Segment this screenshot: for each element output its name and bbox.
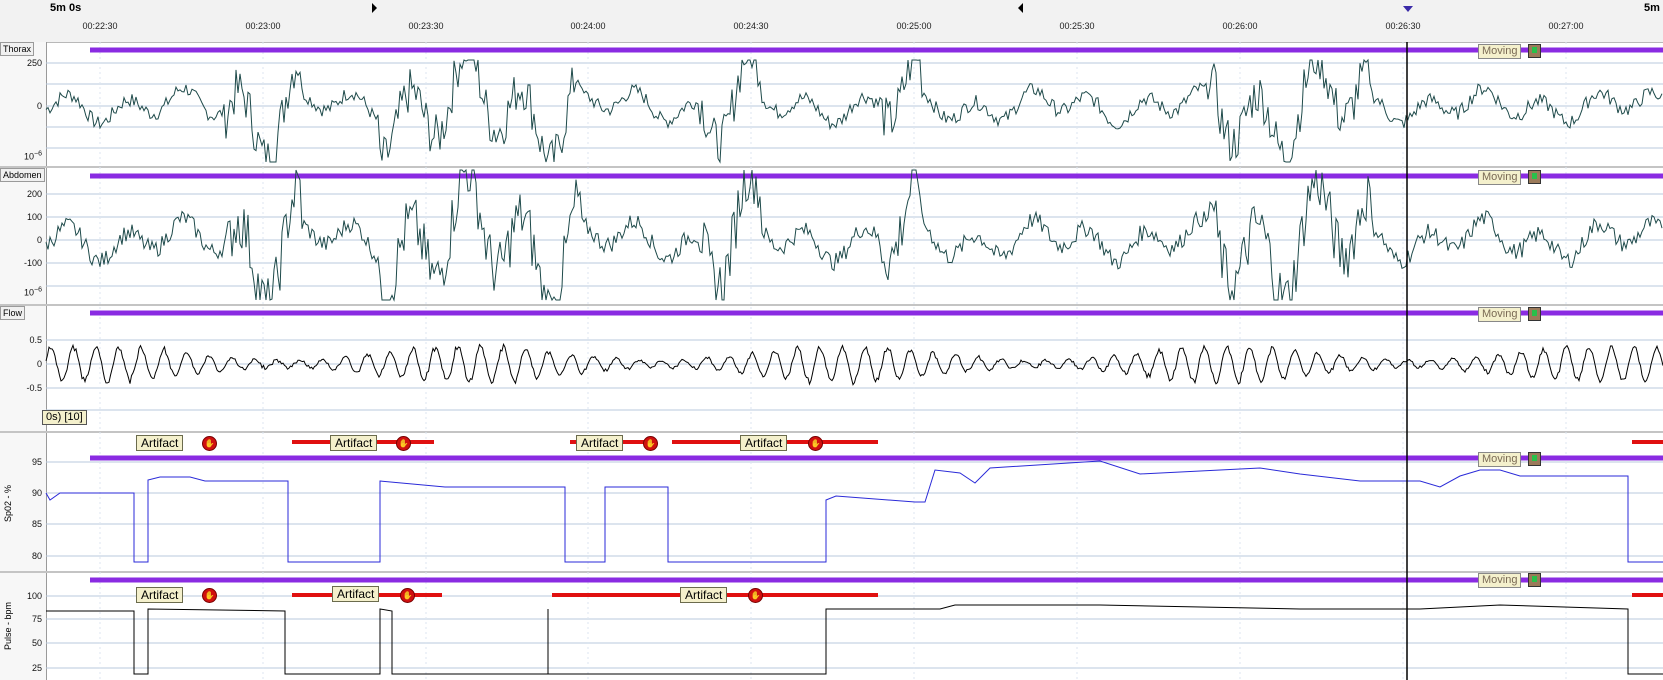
pulse-y-label: 25 [31, 663, 42, 673]
event-bar [90, 455, 1663, 461]
pulse-y-label: 75 [31, 614, 42, 624]
abdomen-scale-label: 10−6 [24, 286, 42, 298]
grid-lines [46, 42, 1663, 680]
artifact-event-tag[interactable]: Artifact [576, 435, 624, 451]
moving-event-tag[interactable]: Moving [1478, 452, 1522, 467]
artifact-event-tag[interactable]: Artifact [330, 435, 378, 451]
moving-event-tag[interactable]: Moving [1478, 573, 1522, 588]
event-bars [90, 47, 1663, 597]
spo2-event-counter[interactable]: 0s) [10] [42, 410, 87, 425]
abdomen-y-label: 200 [26, 189, 42, 199]
spo2-trace [45, 460, 1663, 563]
stop-hand-icon[interactable]: ✋ [808, 436, 823, 451]
abdomen-y-label: -100 [23, 258, 42, 268]
abdomen-channel-label[interactable]: Abdomen [0, 168, 45, 182]
thorax-channel-label[interactable]: Thorax [0, 42, 35, 56]
moving-event-tag[interactable]: Moving [1478, 44, 1522, 59]
artifact-event-tag[interactable]: Artifact [136, 587, 184, 603]
moving-event-tag[interactable]: Moving [1478, 170, 1522, 185]
stop-hand-icon[interactable]: ✋ [748, 588, 763, 603]
event-bar [90, 47, 1663, 53]
moving-event-tag[interactable]: Moving [1478, 307, 1522, 322]
event-bar [90, 310, 1663, 316]
flow-y-label: 0 [36, 359, 42, 369]
pulse-trace [46, 604, 1663, 675]
stop-hand-icon[interactable]: ✋ [400, 588, 415, 603]
artifact-event-tag[interactable]: Artifact [332, 586, 380, 602]
pulse-y-label: 100 [26, 591, 42, 601]
spo2-y-label: 95 [31, 457, 42, 467]
stop-hand-icon[interactable]: ✋ [202, 436, 217, 451]
abdomen-y-label: 100 [26, 212, 42, 222]
spo2-y-label: 85 [31, 519, 42, 529]
artifact-event-tag[interactable]: Artifact [740, 435, 788, 451]
event-bar [90, 577, 1663, 583]
thorax-y-label: 250 [26, 58, 42, 68]
signal-canvas[interactable] [0, 0, 1663, 680]
thorax-trace [45, 58, 1663, 164]
abdomen-trace [45, 168, 1663, 302]
event-bar [1632, 440, 1663, 444]
stop-hand-icon[interactable]: ✋ [202, 588, 217, 603]
movement-icon[interactable] [1528, 44, 1541, 58]
movement-icon[interactable] [1528, 573, 1541, 587]
stop-hand-icon[interactable]: ✋ [643, 436, 658, 451]
movement-icon[interactable] [1528, 452, 1541, 466]
artifact-event-tag[interactable]: Artifact [136, 435, 184, 451]
thorax-y-label: 0 [36, 101, 42, 111]
stop-hand-icon[interactable]: ✋ [396, 436, 411, 451]
event-bar [90, 173, 1663, 179]
spo2-y-label: 90 [31, 488, 42, 498]
abdomen-y-label: 0 [36, 235, 42, 245]
movement-icon[interactable] [1528, 307, 1541, 321]
movement-icon[interactable] [1528, 170, 1541, 184]
spo2-y-label: 80 [31, 551, 42, 561]
event-bar [1632, 593, 1663, 597]
artifact-event-tag[interactable]: Artifact [680, 587, 728, 603]
pulse-y-label: 50 [31, 638, 42, 648]
flow-y-label: 0.5 [29, 335, 42, 345]
flow-channel-label[interactable]: Flow [0, 306, 26, 320]
thorax-scale-label: 10−6 [24, 150, 42, 162]
flow-y-label: -0.5 [26, 383, 42, 393]
